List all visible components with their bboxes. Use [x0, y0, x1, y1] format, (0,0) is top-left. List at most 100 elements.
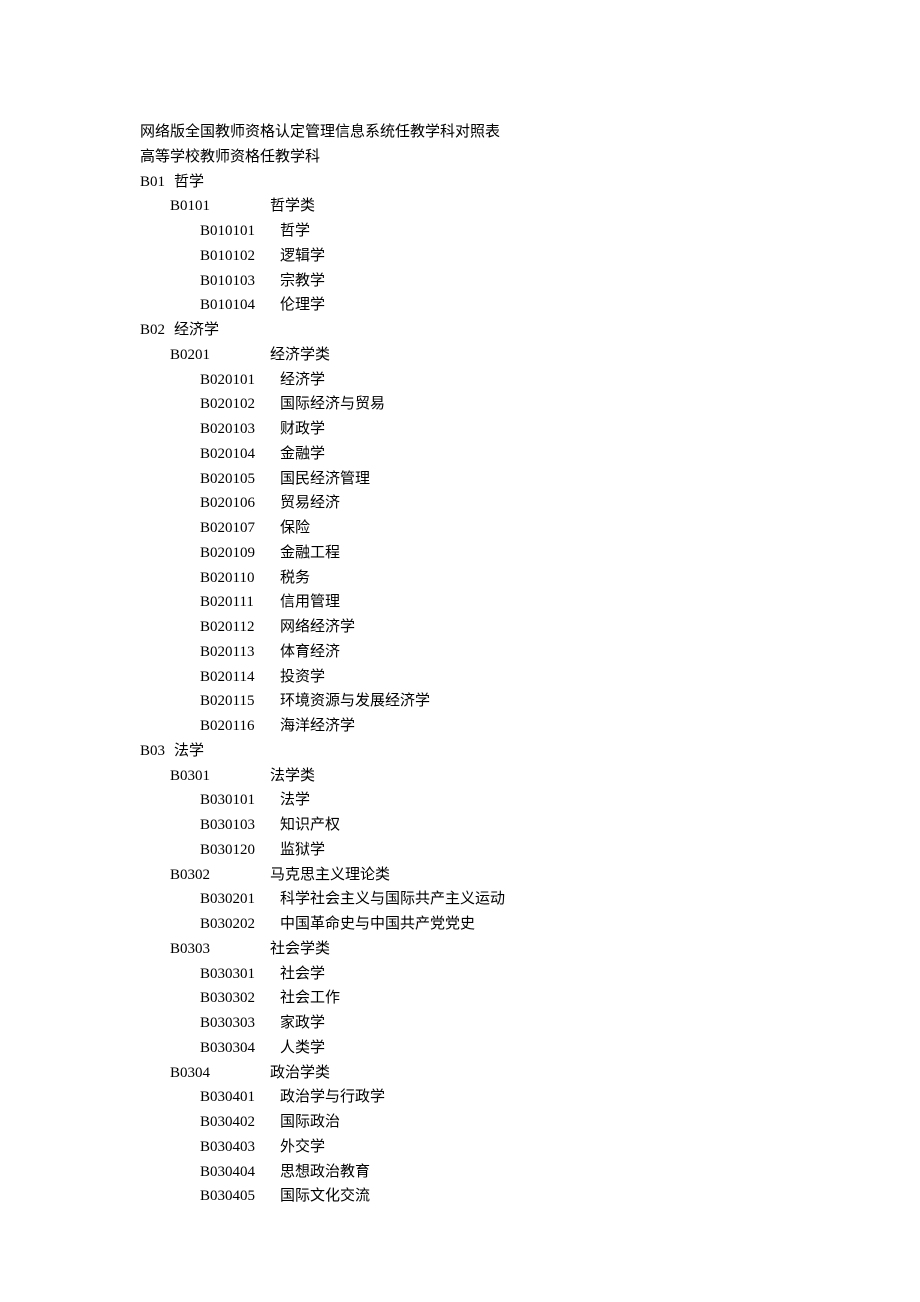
item-code: B030304 — [200, 1036, 280, 1061]
item-line: B020102国际经济与贸易 — [140, 392, 920, 417]
item-code: B010102 — [200, 244, 280, 269]
item-name: 体育经济 — [280, 644, 340, 660]
item-line: B020116海洋经济学 — [140, 714, 920, 739]
subcategory-line: B0201经济学类 — [140, 343, 920, 368]
item-code: B030103 — [200, 813, 280, 838]
subcategory-code: B0304 — [170, 1061, 270, 1086]
subcategory-name: 哲学类 — [270, 198, 315, 214]
item-line: B030201科学社会主义与国际共产主义运动 — [140, 887, 920, 912]
category-code: B03 — [140, 739, 174, 764]
item-line: B030120监狱学 — [140, 838, 920, 863]
item-line: B030103知识产权 — [140, 813, 920, 838]
subcategory-name: 马克思主义理论类 — [270, 867, 390, 883]
item-code: B020104 — [200, 442, 280, 467]
document-root: 网络版全国教师资格认定管理信息系统任教学科对照表高等学校教师资格任教学科B01哲… — [140, 120, 920, 1209]
item-line: B020109金融工程 — [140, 541, 920, 566]
item-name: 外交学 — [280, 1139, 325, 1155]
category-line: B02经济学 — [140, 318, 920, 343]
category-line: B03法学 — [140, 739, 920, 764]
item-name: 中国革命史与中国共产党党史 — [280, 916, 475, 932]
item-code: B030401 — [200, 1085, 280, 1110]
item-name: 财政学 — [280, 421, 325, 437]
item-name: 贸易经济 — [280, 495, 340, 511]
item-name: 法学 — [280, 792, 310, 808]
item-name: 保险 — [280, 520, 310, 536]
item-code: B030404 — [200, 1160, 280, 1185]
item-code: B030301 — [200, 962, 280, 987]
item-name: 社会学 — [280, 966, 325, 982]
item-code: B030201 — [200, 887, 280, 912]
item-code: B030202 — [200, 912, 280, 937]
item-line: B030403外交学 — [140, 1135, 920, 1160]
item-name: 家政学 — [280, 1015, 325, 1031]
category-line: B01哲学 — [140, 170, 920, 195]
doc-subtitle: 高等学校教师资格任教学科 — [140, 149, 320, 165]
item-name: 国际政治 — [280, 1114, 340, 1130]
item-code: B030101 — [200, 788, 280, 813]
item-name: 海洋经济学 — [280, 718, 355, 734]
item-code: B020101 — [200, 368, 280, 393]
item-line: B020110税务 — [140, 566, 920, 591]
title-line: 网络版全国教师资格认定管理信息系统任教学科对照表 — [140, 120, 920, 145]
subcategory-code: B0303 — [170, 937, 270, 962]
item-code: B020107 — [200, 516, 280, 541]
item-name: 国际文化交流 — [280, 1188, 370, 1204]
item-line: B030302社会工作 — [140, 986, 920, 1011]
item-line: B020112网络经济学 — [140, 615, 920, 640]
category-name: 哲学 — [174, 174, 204, 190]
item-name: 人类学 — [280, 1040, 325, 1056]
item-line: B020105国民经济管理 — [140, 467, 920, 492]
item-code: B020109 — [200, 541, 280, 566]
item-name: 逻辑学 — [280, 248, 325, 264]
item-code: B020114 — [200, 665, 280, 690]
item-code: B030120 — [200, 838, 280, 863]
item-name: 知识产权 — [280, 817, 340, 833]
item-name: 伦理学 — [280, 297, 325, 313]
item-line: B010103宗教学 — [140, 269, 920, 294]
item-name: 社会工作 — [280, 990, 340, 1006]
item-code: B020115 — [200, 689, 280, 714]
item-name: 思想政治教育 — [280, 1164, 370, 1180]
item-name: 政治学与行政学 — [280, 1089, 385, 1105]
item-code: B030303 — [200, 1011, 280, 1036]
subcategory-name: 法学类 — [270, 768, 315, 784]
item-line: B020113体育经济 — [140, 640, 920, 665]
subcategory-code: B0302 — [170, 863, 270, 888]
item-line: B020103财政学 — [140, 417, 920, 442]
item-line: B030405国际文化交流 — [140, 1184, 920, 1209]
item-code: B020110 — [200, 566, 280, 591]
item-name: 税务 — [280, 570, 310, 586]
subcategory-line: B0302马克思主义理论类 — [140, 863, 920, 888]
category-code: B01 — [140, 170, 174, 195]
subcategory-code: B0101 — [170, 194, 270, 219]
category-code: B02 — [140, 318, 174, 343]
item-name: 环境资源与发展经济学 — [280, 693, 430, 709]
item-name: 网络经济学 — [280, 619, 355, 635]
item-code: B020105 — [200, 467, 280, 492]
item-line: B010101哲学 — [140, 219, 920, 244]
item-line: B020115环境资源与发展经济学 — [140, 689, 920, 714]
item-line: B020106贸易经济 — [140, 491, 920, 516]
item-line: B020114投资学 — [140, 665, 920, 690]
item-name: 监狱学 — [280, 842, 325, 858]
item-line: B030202中国革命史与中国共产党党史 — [140, 912, 920, 937]
subcategory-code: B0201 — [170, 343, 270, 368]
item-line: B030304人类学 — [140, 1036, 920, 1061]
item-line: B030301社会学 — [140, 962, 920, 987]
item-code: B020106 — [200, 491, 280, 516]
item-code: B020102 — [200, 392, 280, 417]
item-line: B030404思想政治教育 — [140, 1160, 920, 1185]
subcategory-line: B0304政治学类 — [140, 1061, 920, 1086]
category-name: 经济学 — [174, 322, 219, 338]
item-name: 投资学 — [280, 669, 325, 685]
item-line: B030101法学 — [140, 788, 920, 813]
item-code: B030405 — [200, 1184, 280, 1209]
item-name: 科学社会主义与国际共产主义运动 — [280, 891, 505, 907]
item-code: B030402 — [200, 1110, 280, 1135]
item-name: 哲学 — [280, 223, 310, 239]
item-code: B020111 — [200, 590, 280, 615]
item-line: B010104伦理学 — [140, 293, 920, 318]
item-line: B020104金融学 — [140, 442, 920, 467]
doc-title: 网络版全国教师资格认定管理信息系统任教学科对照表 — [140, 124, 500, 140]
item-code: B010104 — [200, 293, 280, 318]
